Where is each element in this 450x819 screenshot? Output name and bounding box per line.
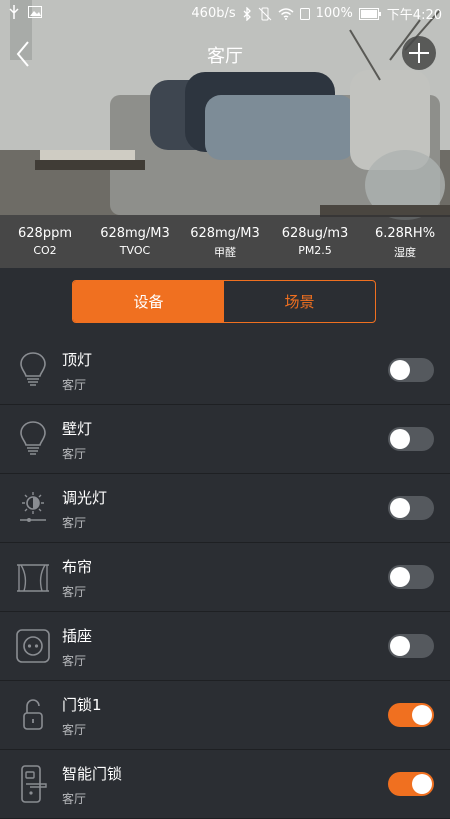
device-room: 客厅 <box>62 447 87 461</box>
device-room: 客厅 <box>62 792 87 806</box>
battery-icon <box>358 7 381 20</box>
sensor-label: TVOC <box>119 244 151 257</box>
device-room: 客厅 <box>62 378 87 392</box>
sensor-value: 628mg/M3 <box>100 226 170 241</box>
power-toggle[interactable] <box>388 703 434 727</box>
toggle-knob <box>412 774 432 794</box>
padlock-icon <box>23 699 43 730</box>
device-room: 客厅 <box>62 723 87 737</box>
nav-bar: 客厅 <box>0 28 450 80</box>
sensor-label: 湿度 <box>394 246 416 259</box>
battery-percent: 100% <box>315 6 353 21</box>
sensor-label: CO2 <box>33 244 57 257</box>
device-name: 顶灯 <box>62 351 93 369</box>
list-item[interactable]: 调光灯 客厅 <box>0 474 450 543</box>
toggle-knob <box>390 429 410 449</box>
device-name: 布帘 <box>62 558 93 576</box>
device-name: 插座 <box>62 627 93 645</box>
wifi-icon <box>278 7 294 20</box>
sim-icon <box>299 7 310 20</box>
list-item[interactable]: 门锁1 客厅 <box>0 681 450 750</box>
power-toggle[interactable] <box>388 496 434 520</box>
plus-icon <box>409 43 429 63</box>
sensor-co2: 628ppm CO2 <box>0 215 90 268</box>
dimmer-icon <box>20 492 46 522</box>
device-name: 门锁1 <box>62 696 102 714</box>
list-item[interactable]: 壁灯 客厅 <box>0 405 450 474</box>
bluetooth-icon <box>243 6 251 21</box>
list-item[interactable]: 布帘 客厅 <box>0 543 450 612</box>
sensor-label: 甲醛 <box>214 246 236 259</box>
tab-scenes[interactable]: 场景 <box>224 281 375 322</box>
power-toggle[interactable] <box>388 634 434 658</box>
power-toggle[interactable] <box>388 565 434 589</box>
device-name: 调光灯 <box>62 489 108 507</box>
sensor-value: 628ug/m3 <box>281 226 349 241</box>
sensor-readings: 628ppm CO2 628mg/M3 TVOC 628mg/M3 甲醛 628ug/… <box>0 215 450 268</box>
sensor-humidity: 6.28RH% 湿度 <box>360 215 450 268</box>
usb-icon <box>9 5 19 19</box>
list-item[interactable]: 智能门锁 客厅 <box>0 750 450 819</box>
socket-icon <box>16 629 50 663</box>
device-room: 客厅 <box>62 516 87 530</box>
power-toggle[interactable] <box>388 772 434 796</box>
segmented-tabs: 设备 场景 <box>72 280 376 323</box>
device-name: 智能门锁 <box>62 765 123 783</box>
sensor-tvoc: 628mg/M3 TVOC <box>90 215 180 268</box>
device-list: 顶灯 客厅 壁灯 客厅 调光灯 客厅 布帘 客厅 插座 客厅 门锁1 客厅 智能… <box>0 336 450 819</box>
page-title: 客厅 <box>207 46 243 67</box>
power-toggle[interactable] <box>388 427 434 451</box>
image-icon <box>28 6 42 18</box>
add-device-button[interactable] <box>402 36 436 70</box>
tab-devices[interactable]: 设备 <box>73 281 224 322</box>
list-item[interactable]: 顶灯 客厅 <box>0 336 450 405</box>
bulb-icon <box>20 352 46 386</box>
toggle-knob <box>390 360 410 380</box>
sensor-pm25: 628ug/m3 PM2.5 <box>270 215 360 268</box>
sensor-label: PM2.5 <box>298 244 332 257</box>
door-lock-icon <box>21 765 47 803</box>
clock: 下午4:20 <box>386 8 442 23</box>
sensor-value: 6.28RH% <box>374 226 436 241</box>
sensor-value: 628mg/M3 <box>190 226 260 241</box>
device-room: 客厅 <box>62 585 87 599</box>
curtain-icon <box>17 564 49 592</box>
device-room: 客厅 <box>62 654 87 668</box>
sensor-formaldehyde: 628mg/M3 甲醛 <box>180 215 270 268</box>
device-name: 壁灯 <box>62 420 93 438</box>
network-speed: 460b/s <box>191 6 236 21</box>
power-toggle[interactable] <box>388 358 434 382</box>
status-bar: 460b/s 100% 下午4:20 <box>0 0 450 26</box>
toggle-knob <box>390 636 410 656</box>
toggle-knob <box>412 705 432 725</box>
vibrate-icon <box>258 7 271 20</box>
sensor-value: 628ppm <box>18 226 72 241</box>
toggle-knob <box>390 498 410 518</box>
list-item[interactable]: 插座 客厅 <box>0 612 450 681</box>
bulb-icon <box>20 421 46 455</box>
toggle-knob <box>390 567 410 587</box>
